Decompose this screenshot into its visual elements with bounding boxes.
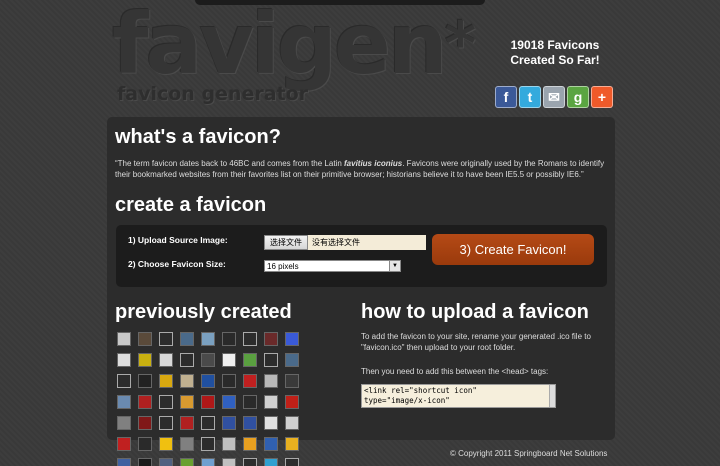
favicon-thumbnail[interactable] [222,332,236,346]
favicon-thumbnail[interactable] [180,353,194,367]
chevron-down-icon[interactable]: ▼ [389,261,400,271]
favicon-thumbnail[interactable] [285,437,299,451]
favicon-thumbnail[interactable] [159,437,173,451]
counter-line-2: Created So Far! [510,53,600,67]
favicon-thumbnail[interactable] [138,353,152,367]
favicon-thumbnail[interactable] [159,395,173,409]
code-scrollbar[interactable] [549,385,555,407]
choose-file-button[interactable]: 选择文件 [264,235,308,250]
favicon-thumbnail[interactable] [138,416,152,430]
favicon-thumbnail[interactable] [117,458,131,466]
favicon-thumbnail[interactable] [285,374,299,388]
favicon-thumbnail[interactable] [138,374,152,388]
favicon-thumbnail[interactable] [285,458,299,466]
upload-label: 1) Upload Source Image: [128,235,228,245]
favicon-thumbnail[interactable] [222,395,236,409]
favicon-thumbnail[interactable] [201,437,215,451]
favicon-thumbnail[interactable] [264,353,278,367]
favicon-thumbnail[interactable] [159,458,173,466]
howto-heading: how to upload a favicon [361,301,589,323]
favicon-thumbnail[interactable] [222,458,236,466]
favicon-thumbnail[interactable] [243,437,257,451]
favicon-thumbnail[interactable] [264,416,278,430]
favicon-thumbnail[interactable] [201,395,215,409]
favicon-thumbnail[interactable] [159,353,173,367]
favicon-thumbnail[interactable] [180,332,194,346]
favicon-thumbnail[interactable] [138,458,152,466]
favicon-thumbnail[interactable] [117,353,131,367]
favicon-thumbnail[interactable] [138,332,152,346]
code-snippet-textarea[interactable]: <link rel="shortcut icon" type="image/x-… [361,384,556,408]
favicon-thumbnail[interactable] [264,374,278,388]
favicon-thumbnail[interactable] [201,374,215,388]
favicon-thumbnail[interactable] [159,416,173,430]
favicon-thumbnail[interactable] [138,437,152,451]
google-icon[interactable]: g [567,86,589,108]
favicon-thumbnail[interactable] [285,332,299,346]
favicon-thumbnail[interactable] [201,416,215,430]
favicon-thumbnail[interactable] [117,395,131,409]
addthis-icon[interactable]: + [591,86,613,108]
twitter-icon[interactable]: t [519,86,541,108]
create-heading: create a favicon [115,194,267,216]
favicon-thumbnail[interactable] [243,353,257,367]
file-status: 没有选择文件 [312,238,360,247]
favicon-thumbnail[interactable] [222,416,236,430]
facebook-icon[interactable]: f [495,86,517,108]
favicon-thumbnail[interactable] [243,374,257,388]
favicon-thumbnail[interactable] [222,437,236,451]
favicon-thumbnail[interactable] [138,395,152,409]
social-share-bar: f t ✉ g + [495,86,613,108]
favicon-thumbnail[interactable] [159,332,173,346]
create-favicon-button[interactable]: 3) Create Favicon! [432,234,594,265]
whats-heading: what's a favicon? [115,126,281,148]
favicon-thumbnail[interactable] [180,374,194,388]
favicon-thumbnail[interactable] [264,437,278,451]
favicon-thumbnail[interactable] [117,374,131,388]
favicon-thumbnail[interactable] [180,458,194,466]
favicon-thumbnail[interactable] [201,458,215,466]
favicon-size-select[interactable]: 16 pixels ▼ [264,260,401,272]
favicon-thumbnail[interactable] [285,353,299,367]
favicon-thumbnail[interactable] [285,416,299,430]
previously-created-heading: previously created [115,301,292,323]
favicon-thumbnail[interactable] [285,395,299,409]
favicon-thumbnail[interactable] [264,458,278,466]
counter-line-1: 19018 Favicons [510,38,600,52]
favicon-thumbnail[interactable] [117,416,131,430]
favicon-thumbnail[interactable] [264,332,278,346]
site-logo[interactable]: favigen* [112,2,476,86]
favicon-thumbnail[interactable] [222,374,236,388]
favicon-thumbnail[interactable] [117,332,131,346]
favicon-thumbnail[interactable] [243,332,257,346]
favicon-thumbnail[interactable] [222,353,236,367]
favicon-thumbnail[interactable] [243,395,257,409]
favicon-thumbnail[interactable] [180,395,194,409]
howto-head-tags: Then you need to add this between the <h… [361,367,549,376]
favicon-thumbnail[interactable] [159,374,173,388]
email-icon[interactable]: ✉ [543,86,565,108]
size-selected-value: 16 pixels [267,261,299,271]
copyright-footer: © Copyright 2011 Springboard Net Solutio… [450,449,608,458]
favicon-thumbnail[interactable] [243,458,257,466]
favicon-thumbnail[interactable] [201,353,215,367]
favicon-thumbnail[interactable] [180,416,194,430]
howto-instructions: To add the favicon to your site, rename … [361,332,591,352]
favicon-thumbnail[interactable] [201,332,215,346]
logo-subtitle: favicon generator [117,83,309,105]
file-input[interactable]: 选择文件 没有选择文件 [264,235,426,250]
favicon-thumbnail[interactable] [243,416,257,430]
favicon-description: “The term favicon dates back to 46BC and… [115,159,605,179]
favicon-thumbnail[interactable] [117,437,131,451]
size-label: 2) Choose Favicon Size: [128,259,226,269]
favicon-thumbnail[interactable] [180,437,194,451]
favicon-thumbnail[interactable] [264,395,278,409]
favicon-counter: 19018 Favicons Created So Far! [490,38,620,68]
previous-favicons-grid [117,332,299,466]
